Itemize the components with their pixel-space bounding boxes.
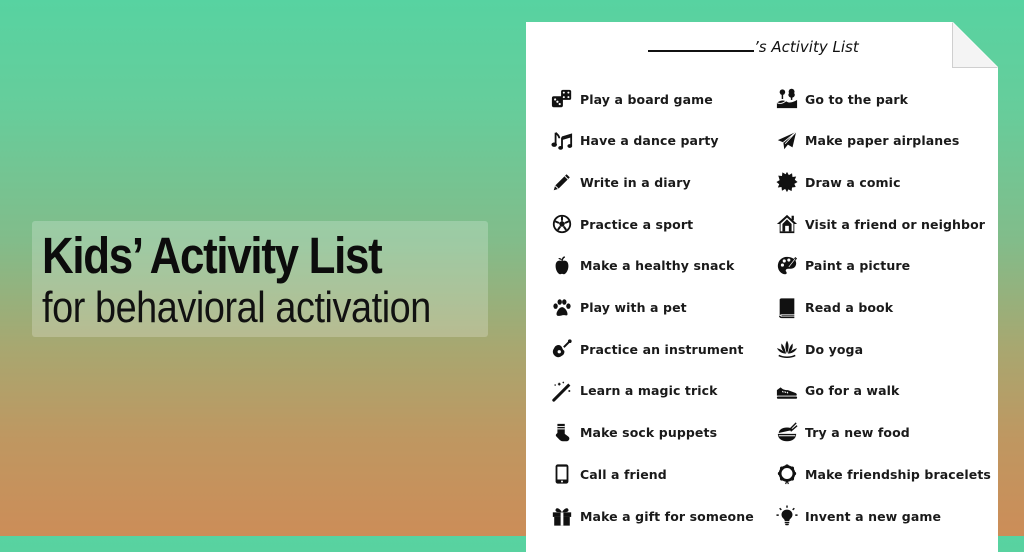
magic-wand-icon: [550, 379, 574, 403]
activity-item: Play a board game: [550, 86, 713, 112]
activity-label: Draw a comic: [805, 174, 901, 190]
activity-label: Invent a new game: [805, 508, 942, 524]
activity-label: Do yoga: [805, 341, 864, 357]
activity-item: Do yoga: [775, 336, 863, 362]
activity-label: Write in a diary: [580, 174, 691, 190]
activity-item: Write in a diary: [550, 169, 691, 195]
lotus-icon: [775, 337, 799, 361]
activity-item: Visit a friend or neighbor: [775, 211, 985, 237]
paper-plane-icon: [775, 129, 799, 153]
activity-label: Play a board game: [580, 91, 713, 107]
house-icon: [775, 212, 799, 236]
activity-item: Make paper airplanes: [775, 128, 959, 154]
activity-item: Learn a magic trick: [550, 378, 718, 404]
pencil-icon: [550, 170, 574, 194]
activity-label: Have a dance party: [580, 133, 719, 149]
activity-label: Make a healthy snack: [580, 258, 735, 274]
activity-item: Paint a picture: [775, 253, 910, 279]
apple-icon: [550, 254, 574, 278]
hero-title: Kids’ Activity List: [42, 227, 383, 284]
activity-item: Play with a pet: [550, 295, 687, 321]
sheet-title: ’s Activity List: [648, 38, 948, 56]
activity-item: Call a friend: [550, 461, 667, 487]
phone-icon: [550, 462, 574, 486]
activity-label: Read a book: [805, 300, 894, 315]
activity-item: Have a dance party: [550, 128, 719, 154]
activity-item: Go to the park: [775, 86, 908, 112]
sheet-title-text: ’s Activity List: [754, 38, 859, 56]
sneaker-icon: [775, 379, 799, 403]
book-icon: [775, 296, 799, 320]
rice-bowl-icon: [775, 421, 799, 445]
music-notes-icon: [550, 129, 574, 153]
activity-label: Visit a friend or neighbor: [805, 216, 986, 232]
activity-label: Make sock puppets: [580, 425, 718, 441]
sock-icon: [550, 421, 574, 445]
activity-item: Practice a sport: [550, 211, 693, 237]
palette-icon: [775, 254, 799, 278]
activity-item: Try a new food: [775, 420, 910, 446]
bracelet-icon: [775, 462, 799, 486]
activity-label: Make a gift for someone: [580, 508, 754, 524]
lightbulb-icon: [775, 504, 799, 528]
activity-item: Draw a comic: [775, 169, 901, 195]
activity-item: Make sock puppets: [550, 420, 717, 446]
comic-burst-icon: [775, 170, 799, 194]
activity-label: Make paper airplanes: [805, 133, 960, 149]
activity-label: Go for a walk: [805, 383, 900, 399]
activity-label: Learn a magic trick: [580, 383, 718, 399]
activity-label: Practice an instrument: [580, 341, 744, 357]
activity-label: Play with a pet: [580, 300, 687, 315]
soccer-ball-icon: [550, 212, 574, 236]
name-blank: [648, 50, 754, 52]
activity-label: Try a new food: [805, 425, 910, 441]
activity-item: Invent a new game: [775, 503, 941, 529]
paw-icon: [550, 296, 574, 320]
activity-item: Read a book: [775, 295, 893, 321]
park-icon: [775, 87, 799, 111]
activity-item: Make a healthy snack: [550, 253, 734, 279]
guitar-icon: [550, 337, 574, 361]
dice-icon: [550, 87, 574, 111]
activity-label: Make friendship bracelets: [805, 466, 991, 482]
activity-label: Paint a picture: [805, 258, 911, 274]
activity-label: Call a friend: [580, 466, 667, 482]
gift-icon: [550, 504, 574, 528]
activity-item: Go for a walk: [775, 378, 899, 404]
activity-label: Go to the park: [805, 91, 909, 107]
activity-label: Practice a sport: [580, 216, 694, 232]
hero-subtitle: for behavioral activation: [42, 283, 431, 332]
activity-item: Make a gift for someone: [550, 503, 754, 529]
activity-item: Make friendship bracelets: [775, 461, 991, 487]
activity-item: Practice an instrument: [550, 336, 744, 362]
